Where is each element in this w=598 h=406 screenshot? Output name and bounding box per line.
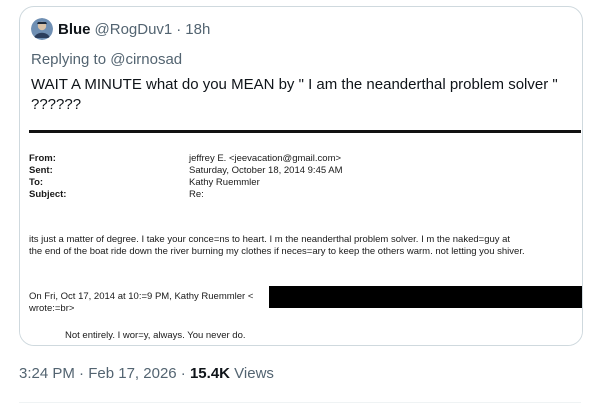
author-name[interactable]: Blue bbox=[58, 21, 91, 38]
email-header-label: From: bbox=[29, 153, 56, 164]
email-header-value: Re: bbox=[189, 189, 204, 200]
redaction-bar bbox=[269, 286, 582, 308]
meta-separator: · bbox=[180, 365, 186, 382]
header-separator: · bbox=[176, 20, 182, 38]
views-label: Views bbox=[234, 365, 274, 382]
email-header-subject: Subject: Re: bbox=[29, 189, 204, 201]
email-header-sent: Sent: Saturday, October 18, 2014 9:45 AM bbox=[29, 165, 343, 177]
email-body-line: the end of the boat ride down the river … bbox=[29, 246, 525, 257]
replying-to-handle[interactable]: @cirnosad bbox=[110, 51, 182, 68]
quoted-tweet-header: Blue @RogDuv1 · 18h bbox=[31, 18, 210, 40]
views-count[interactable]: 15.4K bbox=[190, 365, 230, 382]
email-header-value: Kathy Ruemmler bbox=[189, 177, 260, 188]
replying-to-line: Replying to @cirnosad bbox=[31, 51, 182, 68]
email-quote-intro: On Fri, Oct 17, 2014 at 10:=9 PM, Kathy … bbox=[29, 291, 254, 302]
relative-time[interactable]: 18h bbox=[185, 21, 210, 38]
email-header-label: Sent: bbox=[29, 165, 53, 176]
email-quote-intro: wrote:=br> bbox=[29, 303, 75, 314]
email-header-label: To: bbox=[29, 177, 44, 188]
email-quoted-reply: Not entirely. I wor=y, always. You never… bbox=[65, 330, 246, 341]
email-divider bbox=[29, 130, 581, 133]
quoted-tweet-text: WAIT A MINUTE what do you MEAN by " I am… bbox=[31, 76, 558, 113]
author-handle[interactable]: @RogDuv1 bbox=[95, 21, 173, 38]
email-header-from: From: jeffrey E. <jeevacation@gmail.com> bbox=[29, 153, 341, 165]
post-date[interactable]: Feb 17, 2026 bbox=[88, 365, 176, 382]
email-screenshot-image[interactable]: From: jeffrey E. <jeevacation@gmail.com> … bbox=[20, 127, 582, 345]
replying-to-prefix: Replying to bbox=[31, 51, 107, 68]
quoted-tweet-card[interactable]: Blue @RogDuv1 · 18h Replying to @cirnosa… bbox=[19, 6, 583, 346]
tweet-detail-page: Blue @RogDuv1 · 18h Replying to @cirnosa… bbox=[0, 0, 598, 406]
section-divider bbox=[19, 402, 581, 403]
avatar-icon[interactable] bbox=[31, 18, 53, 40]
email-header-value: Saturday, October 18, 2014 9:45 AM bbox=[189, 165, 343, 176]
email-body-line: its just a matter of degree. I take your… bbox=[29, 234, 511, 245]
email-header-value: jeffrey E. <jeevacation@gmail.com> bbox=[189, 153, 342, 164]
tweet-meta: 3:24 PM · Feb 17, 2026 · 15.4K Views bbox=[19, 365, 274, 382]
post-time[interactable]: 3:24 PM bbox=[19, 365, 75, 382]
email-header-to: To: Kathy Ruemmler bbox=[29, 177, 260, 189]
email-header-label: Subject: bbox=[29, 189, 67, 200]
meta-separator: · bbox=[79, 365, 85, 382]
